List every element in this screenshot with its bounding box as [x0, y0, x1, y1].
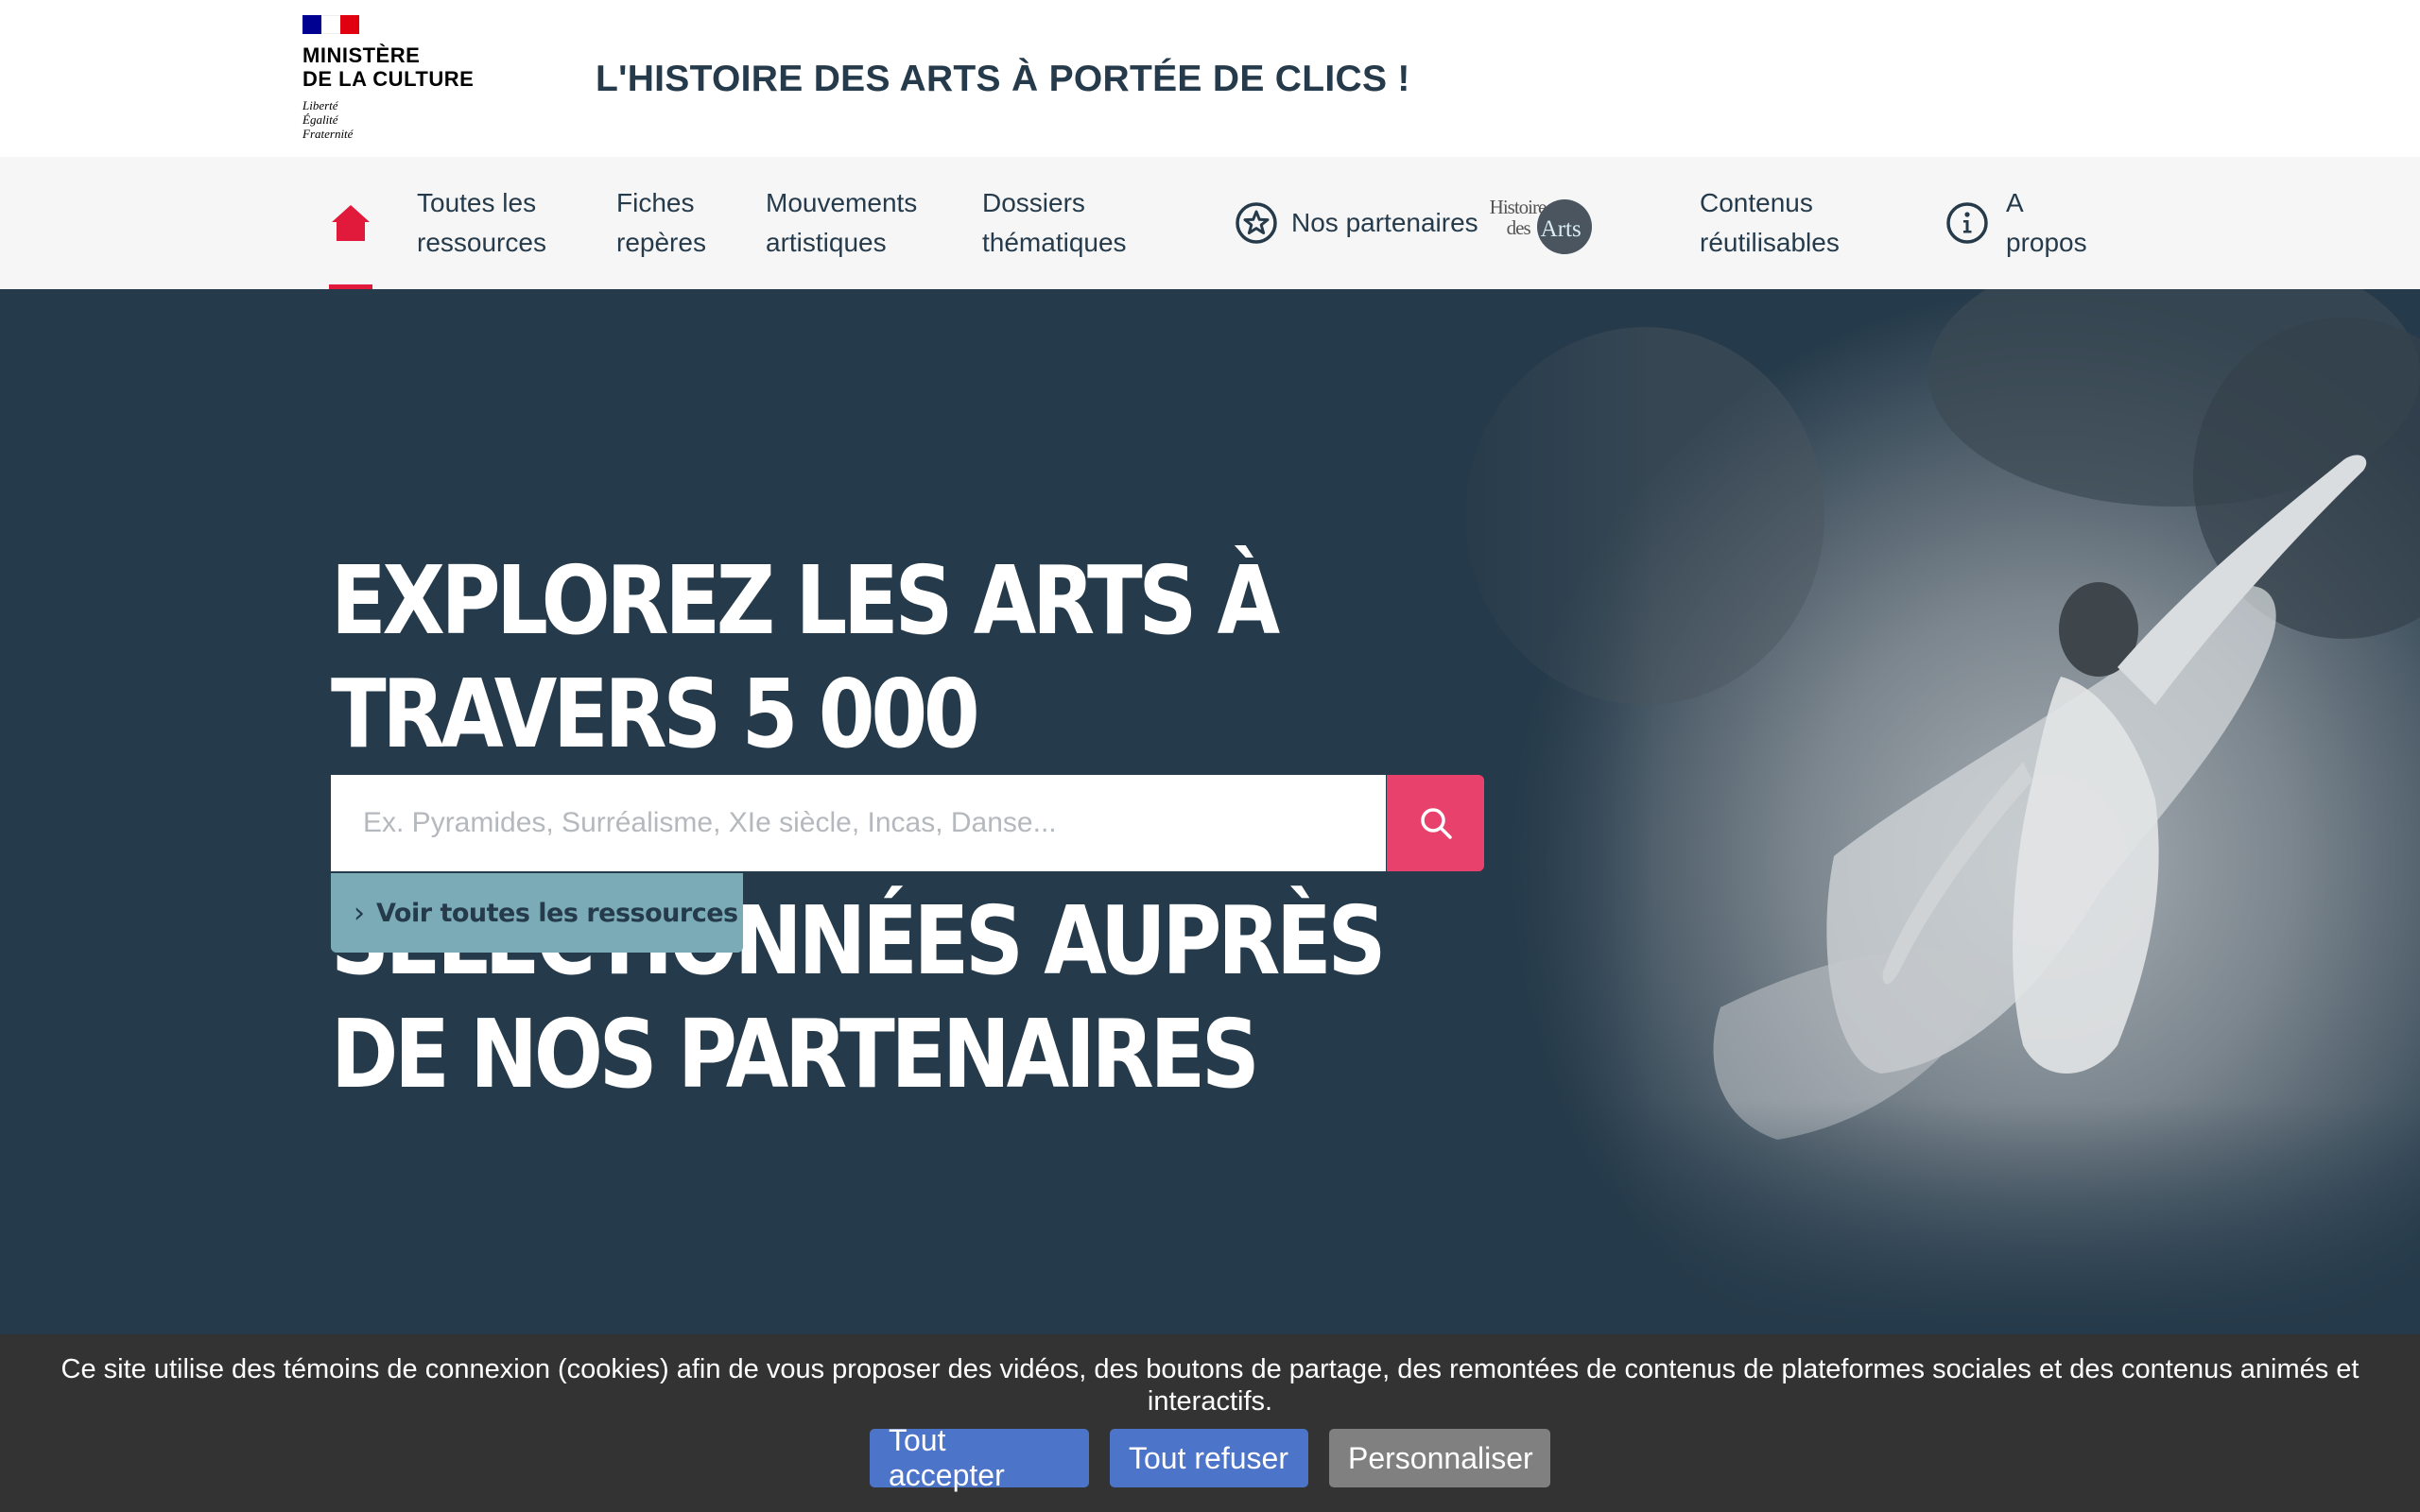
accept-all-cookies-button[interactable]: Tout accepter: [870, 1423, 1089, 1492]
site-header: MINISTÈRE DE LA CULTURE Liberté Égalité …: [0, 0, 2420, 157]
partner-logo-line-3: Arts: [1540, 216, 1582, 242]
customize-cookies-button[interactable]: Personnaliser: [1329, 1429, 1550, 1487]
nav-item-nos-partenaires[interactable]: Nos partenaires Histoire des Arts: [1235, 157, 1594, 289]
cookie-message: Ce site utilise des témoins de connexion…: [60, 1354, 2360, 1417]
nav-item-dossiers-thematiques[interactable]: Dossiers thématiques: [982, 157, 1127, 289]
ministry-name: MINISTÈRE DE LA CULTURE: [302, 43, 492, 91]
search-button[interactable]: [1387, 775, 1484, 871]
chevron-right-icon: ›: [354, 896, 365, 930]
refuse-all-cookies-button[interactable]: Tout refuser: [1110, 1429, 1308, 1487]
partner-logo-line-2: des: [1506, 216, 1531, 239]
republic-motto: Liberté Égalité Fraternité: [302, 98, 492, 141]
ministry-logo[interactable]: MINISTÈRE DE LA CULTURE Liberté Égalité …: [302, 15, 492, 147]
ministry-line-2: DE LA CULTURE: [302, 67, 475, 91]
cookie-banner: Ce site utilise des témoins de connexion…: [0, 1334, 2420, 1512]
nav-item-a-propos[interactable]: A propos: [1945, 157, 2087, 289]
home-icon: [332, 205, 370, 241]
nav-label: Contenus réutilisables: [1700, 188, 1840, 257]
histoire-des-arts-logo: Histoire des Arts: [1488, 190, 1594, 256]
nav-item-contenus-reutilisables[interactable]: Contenus réutilisables: [1700, 157, 1840, 289]
nav-label: Dossiers thématiques: [982, 188, 1127, 257]
see-all-resources-button[interactable]: › Voir toutes les ressources: [331, 873, 743, 953]
nav-label: Toutes les ressources: [417, 188, 546, 257]
motto-egalite: Égalité: [302, 112, 338, 127]
ministry-line-1: MINISTÈRE: [302, 43, 421, 67]
dancer-photograph: [1437, 289, 2420, 1329]
cookie-actions: Tout accepter Tout refuser Personnaliser: [0, 1423, 2420, 1492]
star-circle-icon: [1236, 202, 1277, 244]
search-icon: [1420, 808, 1452, 839]
motto-liberte: Liberté: [302, 98, 338, 112]
see-all-label: Voir toutes les ressources: [376, 898, 738, 928]
nav-label: Mouvements artistiques: [766, 188, 918, 257]
nav-item-toutes-ressources[interactable]: Toutes les ressources: [417, 157, 546, 289]
nav-label: Nos partenaires: [1291, 208, 1478, 237]
site-title[interactable]: L'HISTOIRE DES ARTS À PORTÉE DE CLICS !: [596, 59, 1410, 100]
nav-item-fiches-reperes[interactable]: Fiches repères: [616, 157, 706, 289]
marianne-flag-icon: [302, 15, 359, 34]
search-input[interactable]: [331, 775, 1386, 871]
nav-item-mouvements-artistiques[interactable]: Mouvements artistiques: [766, 157, 917, 289]
info-circle-icon: [1946, 202, 1988, 244]
nav-home[interactable]: [329, 157, 372, 289]
main-navigation: Toutes les ressources Fiches repères Mou…: [0, 157, 2420, 289]
motto-fraternite: Fraternité: [302, 127, 354, 141]
nav-label: Fiches repères: [616, 188, 706, 257]
nav-label: A propos: [2006, 188, 2087, 257]
